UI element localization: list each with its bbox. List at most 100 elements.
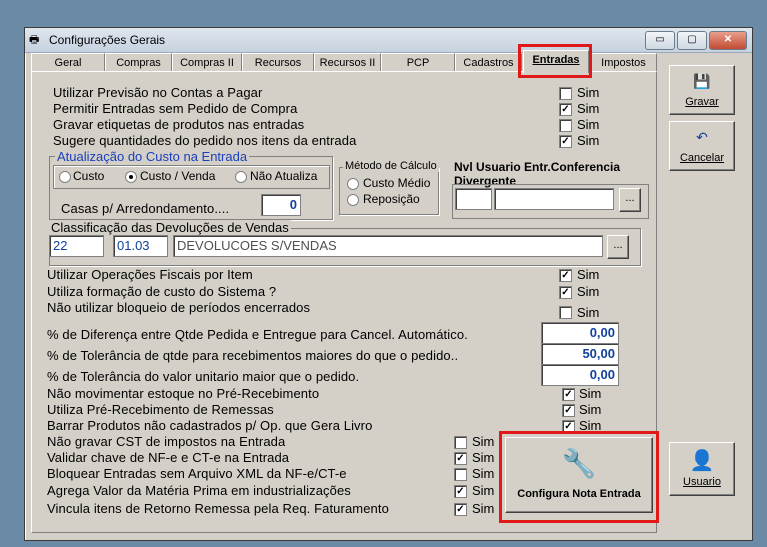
- check-label: Vincula itens de Retorno Remessa pela Re…: [47, 501, 389, 516]
- checkbox-sem-pedido[interactable]: ✓: [559, 103, 572, 116]
- sim-label: Sim: [577, 284, 600, 299]
- usuario-button[interactable]: 👤 Usuario: [669, 442, 735, 496]
- radio-custo-venda[interactable]: [125, 171, 137, 183]
- check-label: Sugere quantidades do pedido nos itens d…: [53, 133, 357, 148]
- sim-label: Sim: [577, 117, 600, 132]
- radio-custo-venda-label: Custo / Venda: [140, 169, 216, 183]
- check-label: Utilizar Previsão no Contas a Pagar: [53, 85, 263, 100]
- configuracoes-gerais-window: 🖶 Configurações Gerais ▭ ▢ ✕ Geral Compr…: [24, 27, 753, 541]
- sim-label: Sim: [472, 501, 495, 516]
- nvl-desc-input[interactable]: [494, 188, 614, 210]
- sim-label: Sim: [579, 402, 602, 417]
- casas-label: Casas p/ Arredondamento....: [61, 201, 230, 216]
- classif-code-input[interactable]: 22: [49, 235, 104, 257]
- casas-input[interactable]: 0: [261, 194, 301, 216]
- close-button[interactable]: ✕: [709, 31, 747, 50]
- radio-reposicao-label: Reposição: [363, 192, 420, 206]
- percent-label: % de Diferença entre Qtde Pedida e Entre…: [47, 327, 468, 342]
- radio-custo[interactable]: [59, 171, 71, 183]
- radio-custo-label: Custo: [73, 169, 105, 183]
- checkbox-previsao[interactable]: [559, 87, 572, 100]
- tab-impostos[interactable]: Impostos: [590, 53, 657, 72]
- maximize-button[interactable]: ▢: [677, 31, 707, 50]
- check-label: Não movimentar estoque no Pré-Recebiment…: [47, 386, 320, 401]
- tab-pcp[interactable]: PCP: [381, 53, 455, 72]
- tab-recursos[interactable]: Recursos: [242, 53, 314, 72]
- radio-nao-atualiza[interactable]: [235, 171, 247, 183]
- sim-label: Sim: [472, 466, 495, 481]
- tab-compras[interactable]: Compras: [105, 53, 172, 72]
- tab-compras-ii[interactable]: Compras II: [172, 53, 242, 72]
- tab-cadastros[interactable]: Cadastros: [455, 53, 522, 72]
- classif-code2-input[interactable]: 01.03: [113, 235, 168, 257]
- gravar-label: Gravar: [685, 96, 719, 108]
- tab-geral[interactable]: Geral: [31, 53, 105, 72]
- checkbox-agrega-valor[interactable]: ✓: [454, 485, 467, 498]
- sim-label: Sim: [577, 85, 600, 100]
- checkbox-pre-recebimento[interactable]: ✓: [562, 388, 575, 401]
- nvl-code-input[interactable]: [455, 188, 492, 210]
- percent-diferenca-input[interactable]: 0,00: [541, 322, 619, 344]
- classif-title: Classificação das Devoluções de Vendas: [49, 220, 291, 235]
- entradas-highlight-box: [518, 44, 592, 78]
- gravar-button[interactable]: 💾 Gravar: [669, 65, 735, 115]
- check-label: Barrar Produtos não cadastrados p/ Op. q…: [47, 418, 373, 433]
- sim-label: Sim: [577, 133, 600, 148]
- check-label: Gravar etiquetas de produtos nas entrada…: [53, 117, 305, 132]
- check-label: Permitir Entradas sem Pedido de Compra: [53, 101, 298, 116]
- checkbox-bloqueio-periodos[interactable]: [559, 306, 572, 319]
- checkbox-cst[interactable]: [454, 436, 467, 449]
- radio-reposicao[interactable]: [347, 194, 359, 206]
- undo-icon: ↶: [696, 129, 708, 145]
- checkbox-op-fiscais[interactable]: ✓: [559, 269, 572, 282]
- percent-tolerancia-qtde-input[interactable]: 50,00: [541, 343, 619, 365]
- percent-label: % de Tolerância do valor unitario maior …: [47, 369, 360, 384]
- check-label: Não utilizar bloqueio de períodos encerr…: [47, 300, 311, 315]
- custo-group-title: Atualização do Custo na Entrada: [55, 149, 250, 164]
- cancelar-label: Cancelar: [679, 152, 725, 164]
- nvl-lookup-button[interactable]: ...: [619, 188, 641, 212]
- sim-label: Sim: [579, 386, 602, 401]
- tab-recursos-ii[interactable]: Recursos II: [314, 53, 381, 72]
- check-label: Não gravar CST de impostos na Entrada: [47, 434, 286, 449]
- sim-label: Sim: [577, 305, 600, 320]
- checkbox-bloquear-xml[interactable]: [454, 468, 467, 481]
- checkbox-etiquetas[interactable]: [559, 119, 572, 132]
- configura-label: Configura Nota Entrada: [517, 488, 641, 500]
- check-label: Bloquear Entradas sem Arquivo XML da NF-…: [47, 466, 347, 481]
- configura-nota-entrada-button[interactable]: 🔧 Configura Nota Entrada: [505, 437, 653, 513]
- cancelar-button[interactable]: ↶ Cancelar: [669, 121, 735, 171]
- usuario-label: Usuario: [683, 476, 721, 488]
- sim-label: Sim: [472, 483, 495, 498]
- check-label: Utilizar Operações Fiscais por Item: [47, 267, 253, 282]
- checkbox-formacao-custo[interactable]: ✓: [559, 286, 572, 299]
- checkbox-validar-chave[interactable]: ✓: [454, 452, 467, 465]
- sim-label: Sim: [577, 101, 600, 116]
- wrench-icon: 🔧: [561, 448, 597, 479]
- check-label: Utiliza formação de custo do Sistema ?: [47, 284, 277, 299]
- sim-label: Sim: [472, 434, 495, 449]
- window-title: Configurações Gerais: [49, 33, 166, 47]
- metodo-group-title: Método de Cálculo: [343, 160, 439, 172]
- user-icon: 👤: [689, 450, 715, 472]
- sim-label: Sim: [472, 450, 495, 465]
- minimize-button[interactable]: ▭: [645, 31, 675, 50]
- checkbox-vincula-retorno[interactable]: ✓: [454, 503, 467, 516]
- check-label: Utiliza Pré-Recebimento de Remessas: [47, 402, 274, 417]
- save-icon: 💾: [693, 73, 711, 89]
- check-label: Validar chave de NF-e e CT-e na Entrada: [47, 450, 290, 465]
- app-icon: 🖶: [29, 34, 40, 46]
- percent-tolerancia-valor-input[interactable]: 0,00: [541, 364, 619, 386]
- percent-label: % de Tolerância de qtde para recebimento…: [47, 348, 459, 363]
- checkbox-remessas[interactable]: ✓: [562, 404, 575, 417]
- checkbox-sugere-qtd[interactable]: ✓: [559, 135, 572, 148]
- title-bar: 🖶 Configurações Gerais ▭ ▢ ✕: [25, 28, 752, 53]
- radio-custo-medio[interactable]: [347, 178, 359, 190]
- classif-lookup-button[interactable]: ...: [607, 235, 629, 259]
- classif-desc-input[interactable]: DEVOLUCOES S/VENDAS: [173, 235, 603, 257]
- radio-custo-medio-label: Custo Médio: [363, 176, 431, 190]
- nvl-label: Nvl Usuario Entr.Conferencia: [454, 160, 621, 174]
- radio-nao-atualiza-label: Não Atualiza: [250, 169, 318, 183]
- sim-label: Sim: [577, 267, 600, 282]
- metodo-group: [339, 167, 439, 215]
